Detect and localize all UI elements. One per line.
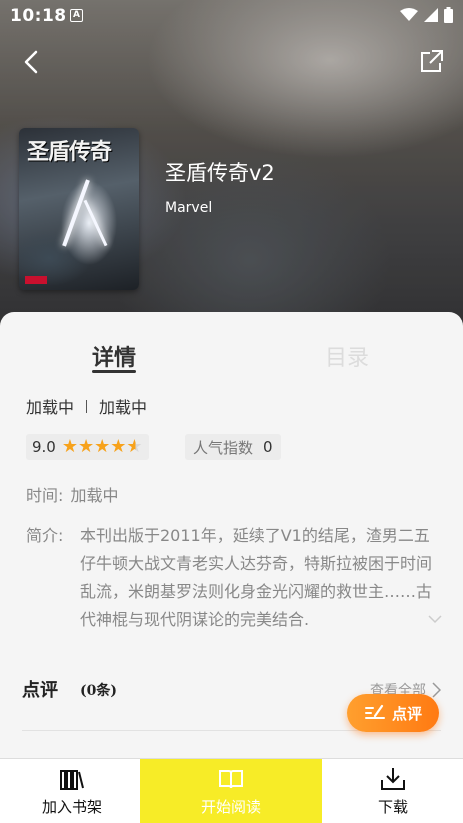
chevron-left-icon [24, 50, 38, 74]
rating-score: 9.0 [32, 438, 56, 456]
time-value: 加载中 [70, 486, 119, 505]
review-title: 点评 [22, 680, 58, 701]
tab-catalog[interactable]: 目录 [325, 340, 369, 372]
popularity-box: 人气指数 0 [185, 434, 281, 460]
battery-icon [444, 7, 453, 23]
status-time: 10:18 [10, 6, 67, 26]
tab-underline [92, 370, 137, 373]
download-label: 下载 [377, 798, 408, 816]
star-icon: ★ [110, 436, 127, 457]
star-icon: ★ [61, 436, 78, 457]
back-button[interactable] [18, 48, 46, 76]
chevron-right-icon [432, 682, 441, 698]
status-icons [400, 7, 453, 23]
review-count: (0条) [80, 683, 117, 699]
chevron-down-icon[interactable] [428, 614, 442, 624]
popularity-value: 0 [263, 438, 273, 456]
intro-label: 简介: [26, 526, 64, 545]
time-row: 时间: 加载中 [26, 482, 119, 506]
divider [86, 399, 88, 413]
book-cover: 圣盾传奇 [19, 128, 139, 290]
time-label: 时间: [26, 486, 64, 505]
cover-lightning [62, 179, 90, 247]
rating-stars: ★ ★ ★ ★ ★ [62, 438, 143, 456]
notification-icon: A [70, 9, 83, 22]
download-icon [381, 768, 405, 790]
book-title: 圣盾传奇v2 [165, 161, 275, 185]
bottom-action-bar: 加入书架 开始阅读 下载 [0, 758, 463, 823]
add-to-shelf-button[interactable]: 加入书架 [22, 759, 122, 823]
share-icon [421, 50, 443, 72]
start-reading-button[interactable]: 开始阅读 [140, 759, 322, 823]
status-a: 加载中 [26, 398, 75, 417]
signal-icon [424, 8, 438, 22]
book-author: Marvel [165, 200, 213, 216]
cover-lightning [83, 199, 108, 247]
cover-title: 圣盾传奇 [27, 139, 112, 165]
popularity-label: 人气指数 [193, 438, 254, 457]
tab-details[interactable]: 详情 [92, 340, 137, 373]
marvel-logo [25, 276, 47, 284]
bookshelf-icon [60, 770, 84, 790]
download-button[interactable]: 下载 [343, 759, 443, 823]
rating-box: 9.0 ★ ★ ★ ★ ★ [26, 434, 149, 460]
add-to-shelf-label: 加入书架 [41, 798, 102, 816]
star-icon: ★ [94, 436, 111, 457]
start-reading-label: 开始阅读 [200, 798, 261, 816]
edit-icon [364, 704, 385, 719]
wifi-icon [400, 8, 418, 21]
status-b: 加载中 [99, 398, 148, 417]
status-bar: 10:18 A [0, 0, 463, 34]
write-review-button[interactable]: 点评 [347, 694, 439, 732]
serial-status: 加载中 加载中 [26, 394, 147, 418]
intro-text: 本刊出版于2011年，延续了V1的结尾，渣男二五仔牛顿大战文青老实人达芬奇，特斯… [80, 526, 433, 629]
write-review-label: 点评 [391, 704, 422, 723]
share-button[interactable] [417, 48, 445, 76]
tab-details-label: 详情 [92, 346, 137, 371]
open-book-icon [219, 770, 243, 789]
star-half-icon: ★ [126, 436, 143, 457]
star-icon: ★ [78, 436, 95, 457]
